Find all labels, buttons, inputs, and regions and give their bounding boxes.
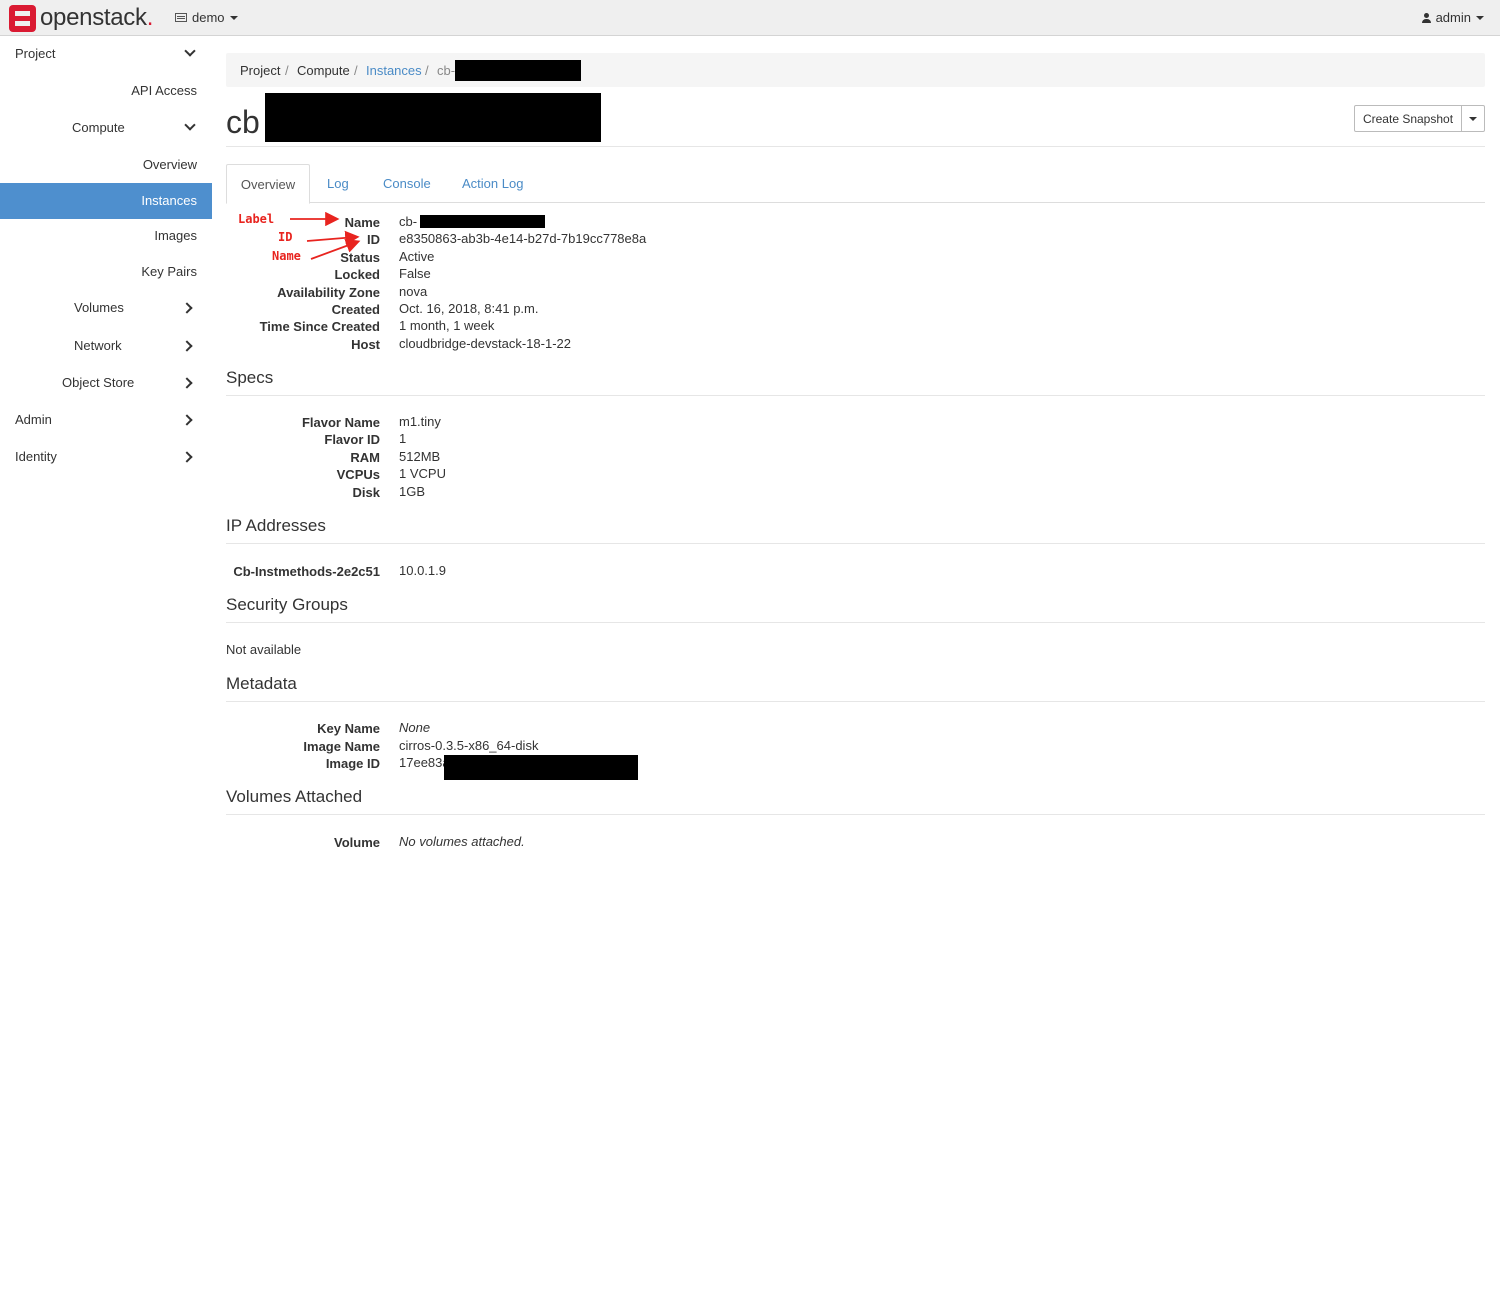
sidebar-item-label: Identity: [15, 449, 57, 464]
chevron-right-icon: [181, 377, 193, 389]
field-label: Flavor ID: [324, 432, 380, 447]
field-value: 10.0.1.9: [399, 563, 446, 578]
field-label: Key Name: [317, 721, 380, 736]
field-label: Disk: [352, 485, 380, 500]
breadcrumb-current: cb-: [437, 63, 456, 78]
snapshot-button-group: Create Snapshot: [1354, 105, 1485, 132]
security-groups-text: Not available: [226, 642, 302, 657]
caret-down-icon: [1469, 116, 1477, 121]
field-label: Image Name: [303, 739, 380, 754]
section-title-security-groups: Security Groups: [226, 595, 348, 614]
sidebar-item-label: Network: [74, 338, 122, 353]
divider: [226, 543, 1485, 544]
field-value: m1.tiny: [399, 414, 441, 429]
field-label: Locked: [334, 267, 380, 282]
field-value: 17ee83a: [399, 755, 450, 770]
field-value: nova: [399, 284, 428, 299]
field-value: No volumes attached.: [399, 834, 525, 849]
chevron-right-icon: [181, 340, 193, 352]
field-value: 512MB: [399, 449, 441, 464]
chevron-right-icon: [181, 302, 193, 314]
sidebar-item-volumes[interactable]: Volumes: [0, 290, 212, 326]
user-menu-label: admin: [1435, 10, 1471, 25]
field-value: 1 month, 1 week: [399, 318, 495, 333]
field-label: Image ID: [325, 756, 380, 771]
image-name-link[interactable]: cirros-0.3.5-x86_64-disk: [399, 738, 538, 753]
field-value: e8350863-ab3b-4e14-b27d-7b19cc778e8a: [399, 231, 647, 246]
caret-down-icon: [1476, 15, 1484, 20]
field-label: ID: [367, 232, 380, 247]
user-icon: [1421, 12, 1431, 23]
divider: [226, 622, 1485, 623]
breadcrumb: Project / Compute / Instances / cb-: [226, 53, 1485, 87]
section-title-volumes-attached: Volumes Attached: [226, 787, 363, 806]
tab-action-log[interactable]: Action Log: [462, 164, 523, 203]
sidebar-item-network[interactable]: Network: [0, 328, 212, 364]
section-title-ip-addresses: IP Addresses: [226, 516, 326, 535]
field-label: Availability Zone: [277, 285, 380, 300]
field-value: None: [399, 720, 431, 735]
redaction-box: [444, 755, 638, 780]
user-menu[interactable]: admin: [1421, 10, 1484, 25]
sidebar-item-object-store[interactable]: Object Store: [0, 365, 212, 401]
field-value: False: [399, 266, 431, 281]
field-value: cb-: [399, 214, 418, 229]
redaction-box: [455, 60, 581, 81]
field-label: Host: [351, 337, 380, 352]
divider: [226, 146, 1485, 147]
divider: [226, 814, 1485, 815]
sidebar-item-admin[interactable]: Admin: [0, 402, 212, 438]
chevron-right-icon: [181, 414, 193, 426]
field-label: RAM: [350, 450, 380, 465]
field-value: 1: [399, 431, 407, 446]
field-label: Status: [340, 250, 380, 265]
field-label: Time Since Created: [259, 319, 380, 334]
field-value: Oct. 16, 2018, 8:41 p.m.: [399, 301, 539, 316]
sidebar-item-label: Volumes: [74, 300, 124, 315]
divider: [226, 395, 1485, 396]
redaction-box: [420, 215, 545, 228]
create-snapshot-button[interactable]: Create Snapshot: [1354, 105, 1462, 132]
field-value: 1GB: [399, 484, 426, 499]
section-title-specs: Specs: [226, 368, 274, 387]
field-label: Name: [344, 215, 380, 230]
sidebar-item-label: Object Store: [62, 375, 135, 390]
field-label: Volume: [334, 835, 380, 850]
breadcrumb-separator: /: [425, 63, 429, 78]
sidebar-item-label: Admin: [15, 412, 52, 427]
chevron-right-icon: [181, 451, 193, 463]
field-value: 1 VCPU: [399, 466, 446, 481]
field-label: Created: [331, 302, 380, 317]
detail-tabs: Overview Log Console Action Log: [226, 164, 1485, 204]
field-label: Cb-Instmethods-2e2c51: [233, 564, 380, 579]
section-title-metadata: Metadata: [226, 674, 297, 693]
actions-dropdown-toggle[interactable]: [1462, 105, 1485, 132]
field-value: Active: [399, 249, 435, 264]
field-label: Flavor Name: [301, 415, 380, 430]
divider: [226, 701, 1485, 702]
field-label: VCPUs: [336, 467, 380, 482]
field-value: cloudbridge-devstack-18-1-22: [399, 336, 571, 351]
sidebar-item-identity[interactable]: Identity: [0, 439, 212, 475]
